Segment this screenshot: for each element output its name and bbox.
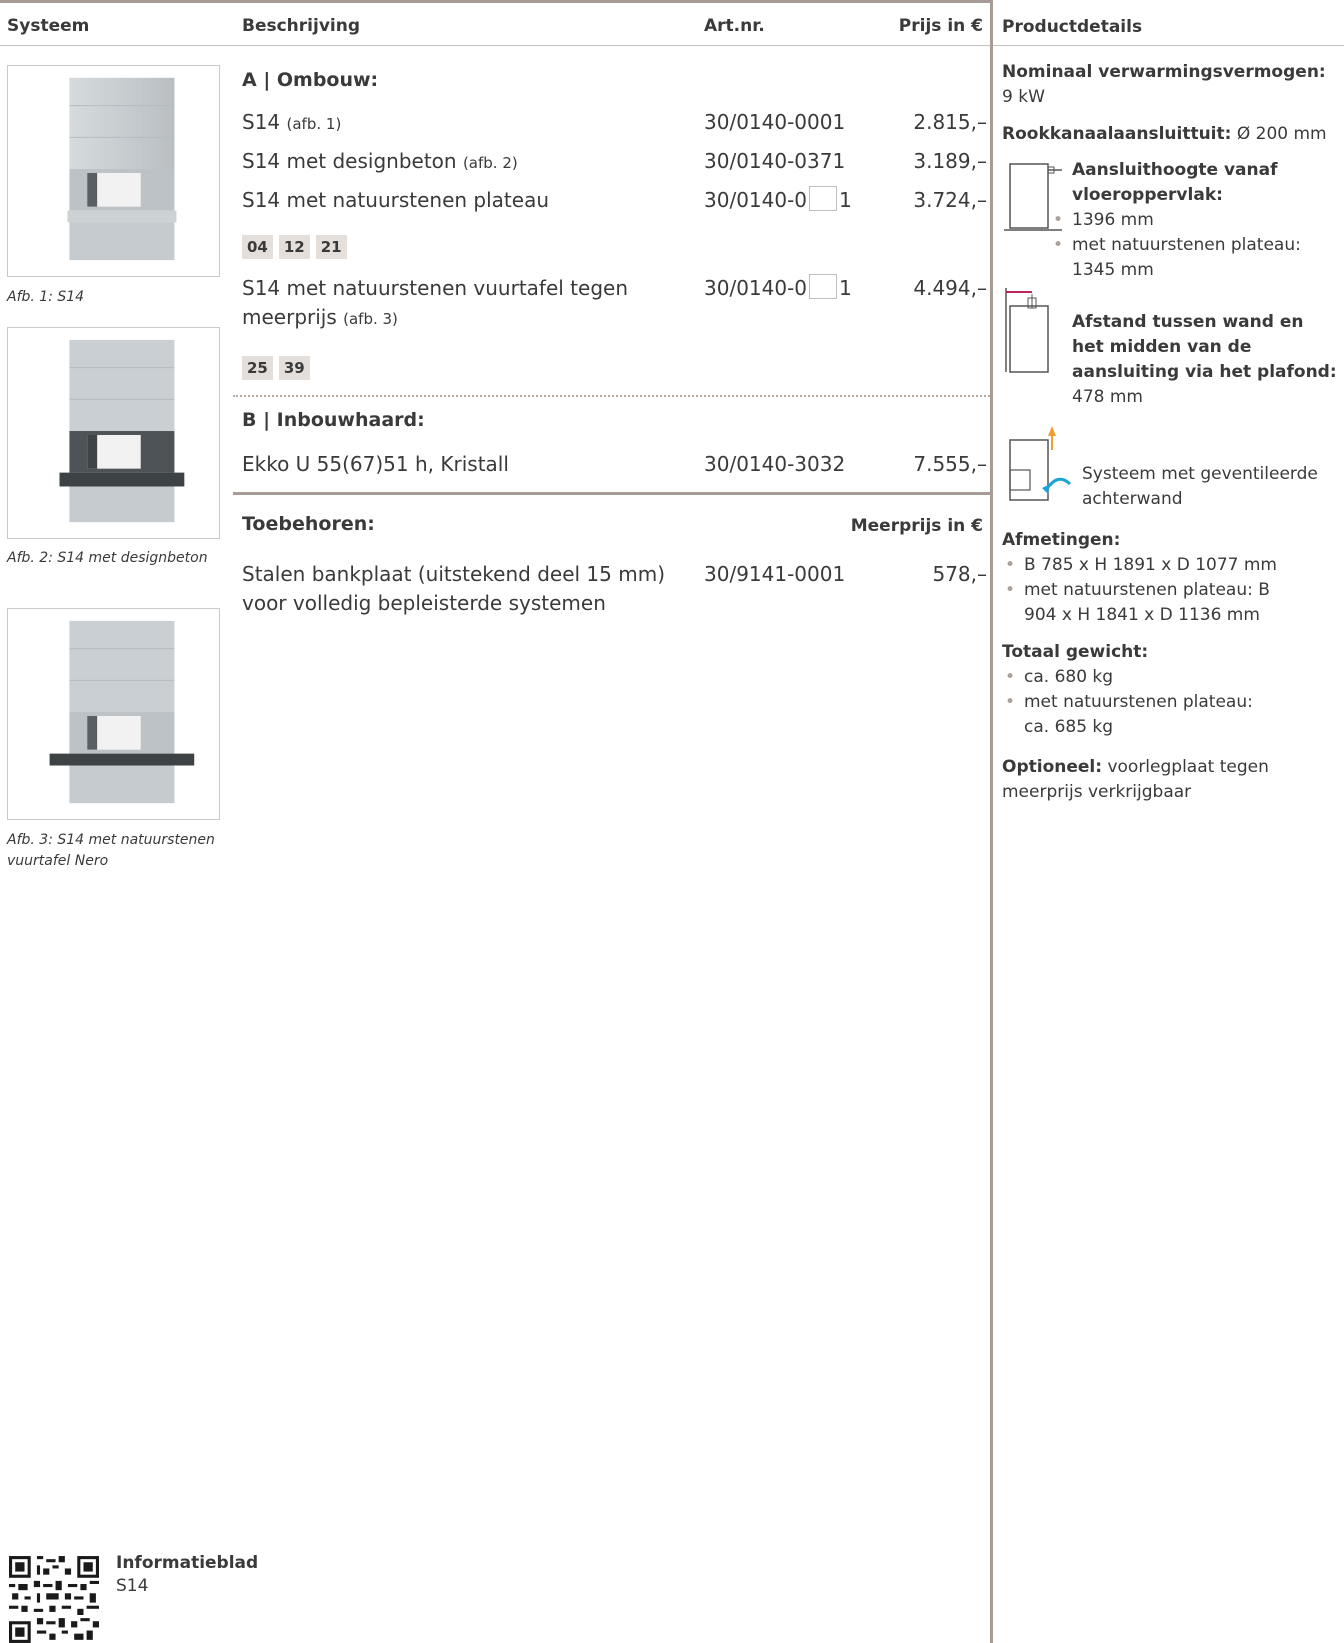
connection-height: Aansluithoogte vanaf vloeroppervlak: 139… <box>1053 158 1340 283</box>
figure-2-caption: Afb. 2: S14 met designbeton <box>7 550 208 566</box>
accessories-price-header: Meerprijs in € <box>850 516 983 536</box>
color-code-tags: 25 39 <box>242 356 310 380</box>
header-description: Beschrijving <box>242 16 361 36</box>
info-sheet-subtitle: S14 <box>116 1576 149 1596</box>
color-code-tag: 04 <box>242 235 273 259</box>
dimensions: Afmetingen: B 785 x H 1891 x D 1077 mm m… <box>1002 528 1338 628</box>
article-number-placeholder <box>809 274 838 299</box>
header-price: Prijs in € <box>898 16 983 36</box>
section-a-title: A | Ombouw: <box>242 69 379 91</box>
info-sheet-title: Informatieblad <box>116 1553 259 1573</box>
top-rule <box>0 0 992 3</box>
figure-1-image <box>7 65 220 277</box>
color-code-tag: 25 <box>242 356 273 380</box>
article-number-placeholder <box>809 186 838 211</box>
details-header-rule <box>993 45 1344 46</box>
section-divider <box>233 492 990 495</box>
column-divider <box>990 0 993 1643</box>
wall-distance: Afstand tussen wand en het midden van de… <box>1072 312 1337 407</box>
wall-distance-icon <box>1005 288 1049 373</box>
heating-capacity: Nominaal verwarmingsvermogen: 9 kW <box>1002 62 1326 107</box>
color-code-tags: 04 12 21 <box>242 235 347 259</box>
color-code-tag: 12 <box>278 235 310 259</box>
figure-3-image <box>7 608 220 820</box>
header-system: Systeem <box>7 16 90 36</box>
ventilated-back-wall: Systeem met geventileerde achterwand <box>1082 464 1318 509</box>
optional-note: Optioneel: voorlegplaat tegen meerprijs … <box>1002 757 1269 802</box>
header-details: Productdetails <box>1002 17 1143 37</box>
qr-code[interactable] <box>9 1556 99 1643</box>
figure-1-caption: Afb. 1: S14 <box>7 289 85 305</box>
accessories-title: Toebehoren: <box>242 513 375 535</box>
color-code-tag: 21 <box>315 235 347 259</box>
figure-3-caption: Afb. 3: S14 met natuurstenen vuurtafel N… <box>7 832 215 869</box>
header-rule <box>0 45 990 46</box>
section-b-title: B | Inbouwhaard: <box>242 409 425 431</box>
total-weight: Totaal gewicht: ca. 680 kg met natuurste… <box>1002 640 1338 740</box>
header-artnr: Art.nr. <box>704 16 765 36</box>
color-code-tag: 39 <box>278 356 310 380</box>
section-divider <box>233 395 990 397</box>
ventilated-back-wall-icon <box>1009 426 1072 501</box>
flue-connection: Rookkanaalaansluittuit: Ø 200 mm <box>1002 124 1327 144</box>
figure-2-image <box>7 327 220 539</box>
